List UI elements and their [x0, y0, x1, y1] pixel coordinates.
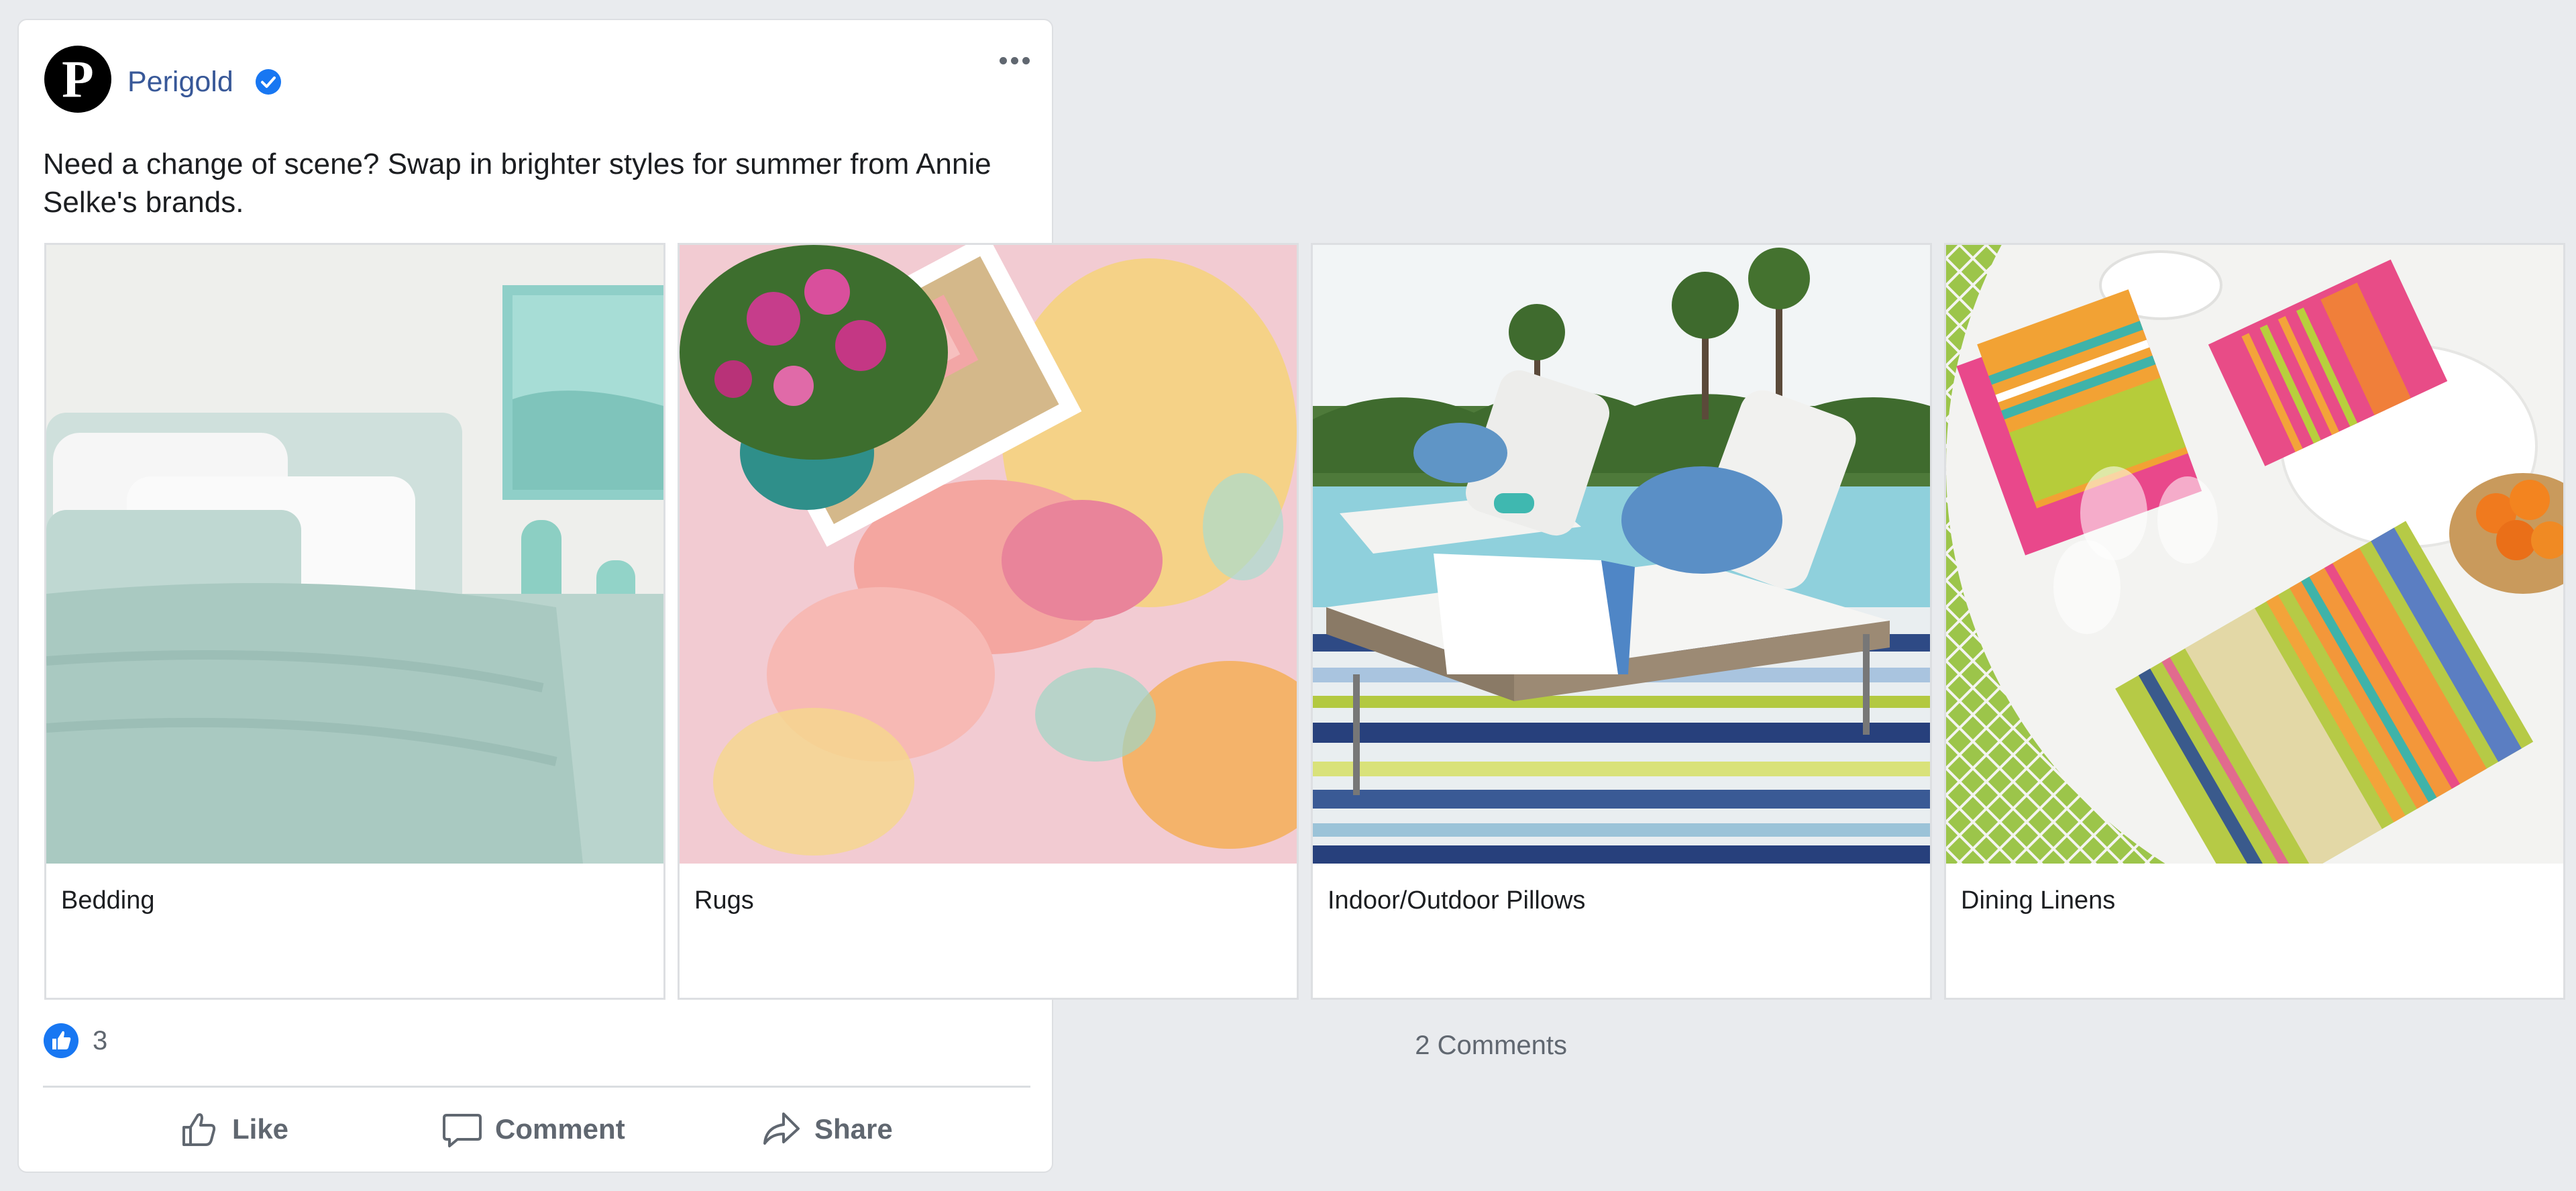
carousel-item-indoor-outdoor-pillows[interactable]: Indoor/Outdoor Pillows	[1311, 243, 1932, 1000]
verified-badge-icon	[256, 69, 281, 95]
divider	[43, 1086, 1030, 1088]
comments-count-link[interactable]: 2 Comments	[1415, 1031, 1567, 1061]
share-label: Share	[814, 1113, 893, 1145]
avatar-letter: P	[62, 50, 94, 108]
comment-button[interactable]: Comment	[441, 1106, 625, 1153]
like-reaction-icon	[44, 1023, 78, 1058]
carousel-label: Rugs	[694, 886, 754, 915]
carousel-image-dining-linens[interactable]	[1946, 245, 2563, 864]
carousel-item-rugs[interactable]: Rugs	[678, 243, 1299, 1000]
carousel-image-pillows[interactable]	[1313, 245, 1930, 864]
reaction-count: 3	[93, 1025, 108, 1055]
share-arrow-icon	[763, 1112, 800, 1145]
more-options-icon[interactable]	[1000, 48, 1037, 72]
post-text: Need a change of scene? Swap in brighter…	[43, 148, 991, 219]
carousel-item-bedding[interactable]: Bedding	[44, 243, 665, 1000]
page-avatar[interactable]: P	[44, 46, 111, 113]
comment-bubble-icon	[443, 1114, 482, 1147]
carousel-image-rugs[interactable]	[680, 245, 1297, 864]
carousel-label: Dining Linens	[1961, 886, 2116, 915]
carousel-item-dining-linens[interactable]: Dining Linens	[1944, 243, 2565, 1000]
page-name-link[interactable]: Perigold	[127, 66, 233, 99]
carousel-label: Bedding	[61, 886, 155, 915]
thumbs-up-icon	[182, 1113, 216, 1146]
comment-label: Comment	[495, 1113, 625, 1145]
carousel-image-bedding[interactable]	[46, 245, 663, 864]
like-label: Like	[232, 1113, 289, 1145]
reactions-summary[interactable]: 3	[43, 1023, 107, 1059]
carousel-label: Indoor/Outdoor Pillows	[1328, 886, 1586, 915]
share-button[interactable]: Share	[761, 1106, 893, 1153]
like-button[interactable]: Like	[178, 1106, 288, 1153]
